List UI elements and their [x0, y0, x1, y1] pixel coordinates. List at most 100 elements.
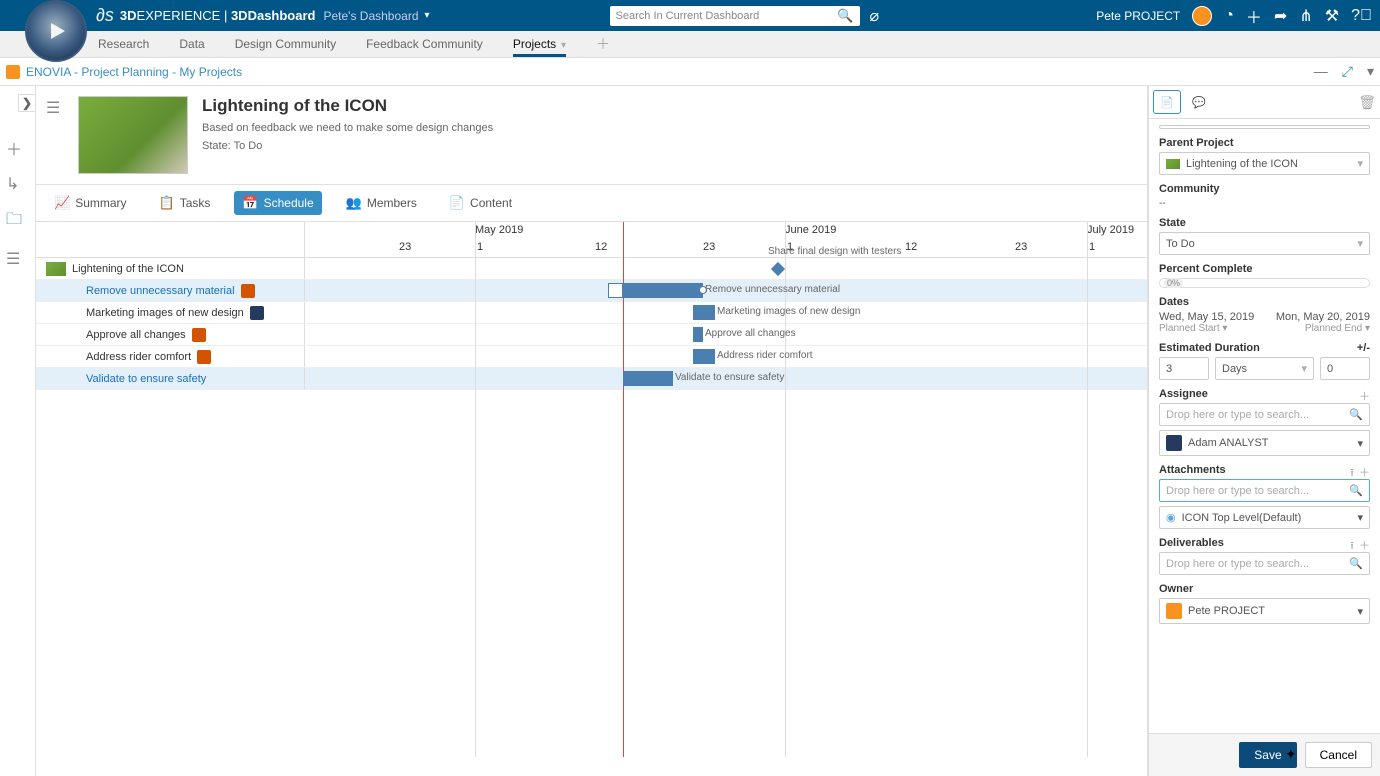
- collapse-icon[interactable]: ⤢: [1342, 63, 1353, 80]
- month-label: July 2019: [1087, 224, 1134, 236]
- day-label: 23: [703, 241, 715, 253]
- dashboard-name[interactable]: Pete's Dashboard: [323, 9, 418, 23]
- subtab-tasks[interactable]: 📋Tasks: [151, 191, 219, 215]
- add-assignee-icon[interactable]: ＋: [1359, 388, 1370, 404]
- gantt-row[interactable]: Approve all changes Approve all changes: [36, 324, 1147, 346]
- network-icon[interactable]: ⋔: [1299, 6, 1312, 26]
- day-label: 1: [477, 241, 483, 253]
- share-icon[interactable]: ➦: [1274, 6, 1287, 26]
- month-label: June 2019: [785, 224, 836, 236]
- breadcrumb-text: ENOVIA - Project Planning - My Projects: [26, 65, 242, 79]
- percent-complete-bar[interactable]: 0%: [1159, 278, 1370, 288]
- attachments-search-input[interactable]: 🔍: [1159, 479, 1370, 502]
- community-label: Community: [1159, 183, 1370, 195]
- panel-tab-comments-icon[interactable]: 💬: [1185, 90, 1213, 114]
- tab-research[interactable]: Research: [98, 31, 149, 57]
- avatar-icon: [250, 306, 264, 320]
- search-icon[interactable]: 🔍: [837, 8, 853, 24]
- user-avatar-icon[interactable]: [1192, 6, 1212, 26]
- add-deliverable-icon[interactable]: ＋: [1359, 537, 1370, 553]
- bell-icon[interactable]: ◔: [1224, 7, 1234, 25]
- upload-icon[interactable]: ⭱: [1350, 537, 1354, 556]
- state-label: State: [1159, 217, 1370, 229]
- milestone-icon[interactable]: [771, 262, 785, 276]
- task-name: Lightening of the ICON: [36, 258, 305, 279]
- menu-icon[interactable]: ☰: [46, 98, 64, 112]
- search-icon: 🔍: [1349, 484, 1363, 497]
- subtab-summary[interactable]: 📈Summary: [46, 191, 135, 215]
- gantt-bar[interactable]: [693, 349, 715, 364]
- gantt-row[interactable]: Remove unnecessary material Remove unnec…: [36, 280, 1147, 302]
- gantt-row[interactable]: Validate to ensure safety Validate to en…: [36, 368, 1147, 390]
- assignee-chip[interactable]: Adam ANALYST ▾: [1159, 430, 1370, 456]
- duration-value-input[interactable]: 3: [1159, 357, 1209, 380]
- gantt-row[interactable]: Marketing images of new design Marketing…: [36, 302, 1147, 324]
- chevron-down-icon[interactable]: ▾: [558, 40, 566, 51]
- gantt-bar[interactable]: [623, 371, 673, 386]
- plus-icon[interactable]: ＋: [6, 136, 22, 160]
- list-icon[interactable]: ☰: [6, 249, 22, 269]
- add-tab-icon[interactable]: ＋: [596, 34, 610, 54]
- save-button[interactable]: Save: [1239, 742, 1296, 768]
- search-icon: 🔍: [1349, 408, 1363, 421]
- deliverables-label: Deliverables: [1159, 537, 1370, 549]
- assignee-search-input[interactable]: 🔍: [1159, 403, 1370, 426]
- task-link[interactable]: Remove unnecessary material: [86, 285, 235, 297]
- subtab-members[interactable]: 👥Members: [338, 191, 425, 215]
- tab-feedback-community[interactable]: Feedback Community: [366, 31, 483, 57]
- planned-start-label[interactable]: Planned Start ▾: [1159, 323, 1227, 334]
- global-search-input[interactable]: Search In Current Dashboard 🔍: [610, 6, 860, 26]
- details-panel: 📄 💬 🗑 Parent Project Lightening of the I…: [1148, 86, 1380, 776]
- help-icon[interactable]: ?⃝: [1351, 7, 1372, 25]
- plus-icon[interactable]: ＋: [1246, 4, 1262, 28]
- add-attachment-icon[interactable]: ＋: [1359, 464, 1370, 480]
- import-icon[interactable]: ↳: [6, 174, 22, 194]
- parent-project-select[interactable]: Lightening of the ICON ▾: [1159, 152, 1370, 175]
- panel-tab-details-icon[interactable]: 📄: [1153, 90, 1181, 114]
- planned-end-label[interactable]: Planned End ▾: [1305, 323, 1370, 334]
- state-select[interactable]: To Do ▾: [1159, 232, 1370, 255]
- date-start[interactable]: Wed, May 15, 2019: [1159, 311, 1254, 323]
- date-end[interactable]: Mon, May 20, 2019: [1276, 311, 1370, 323]
- duration-unit-select[interactable]: Days▾: [1215, 357, 1314, 380]
- attachment-chip[interactable]: ◉ ICON Top Level(Default) ▾: [1159, 506, 1370, 529]
- gantt-row[interactable]: Address rider comfort Address rider comf…: [36, 346, 1147, 368]
- project-title: Lightening of the ICON: [202, 96, 493, 116]
- minimize-icon[interactable]: —: [1314, 63, 1328, 80]
- breadcrumb: ENOVIA - Project Planning - My Projects …: [0, 58, 1380, 86]
- gantt-bar[interactable]: [693, 305, 715, 320]
- chevron-down-icon: ▾: [1357, 511, 1363, 524]
- expand-handle[interactable]: ❯: [18, 94, 36, 112]
- chevron-down-icon[interactable]: ▾: [1367, 63, 1374, 80]
- duration-pm-input[interactable]: 0: [1320, 357, 1370, 380]
- cancel-button[interactable]: Cancel: [1305, 742, 1372, 768]
- task-name: Remove unnecessary material: [36, 280, 305, 301]
- title-field[interactable]: [1159, 125, 1370, 129]
- tab-data[interactable]: Data: [179, 31, 204, 57]
- upload-icon[interactable]: ⭱: [1350, 464, 1354, 483]
- subtab-schedule[interactable]: 📅Schedule: [234, 191, 321, 215]
- chevron-down-icon[interactable]: ▾: [425, 10, 430, 21]
- owner-chip[interactable]: Pete PROJECT ▾: [1159, 598, 1370, 624]
- tab-projects[interactable]: Projects ▾: [513, 31, 566, 57]
- user-name[interactable]: Pete PROJECT: [1096, 9, 1180, 23]
- task-link[interactable]: Validate to ensure safety: [86, 373, 206, 385]
- subtab-content[interactable]: 📄Content: [441, 191, 520, 215]
- avatar-icon: [1166, 603, 1182, 619]
- deliverables-search-input[interactable]: 🔍: [1159, 552, 1370, 575]
- bar-label: Approve all changes: [705, 328, 796, 339]
- compass-logo[interactable]: [25, 0, 87, 62]
- chevron-down-icon: ▾: [1357, 437, 1363, 450]
- bar-label: Remove unnecessary material: [705, 284, 840, 295]
- folder-icon[interactable]: 🗀: [6, 208, 22, 235]
- gantt-bar[interactable]: [608, 283, 623, 298]
- brand-text: 3DEXPERIENCE | 3DDashboard: [120, 8, 316, 23]
- tab-design-community[interactable]: Design Community: [235, 31, 336, 57]
- gantt-row[interactable]: Lightening of the ICONShare final design…: [36, 258, 1147, 280]
- gantt-bar[interactable]: [623, 283, 703, 298]
- parent-project-label: Parent Project: [1159, 137, 1370, 149]
- tools-icon[interactable]: ⚒: [1325, 6, 1339, 26]
- tag-icon[interactable]: ⌀: [870, 6, 880, 26]
- trash-icon[interactable]: 🗑: [1358, 94, 1376, 111]
- gantt-bar[interactable]: [693, 327, 703, 342]
